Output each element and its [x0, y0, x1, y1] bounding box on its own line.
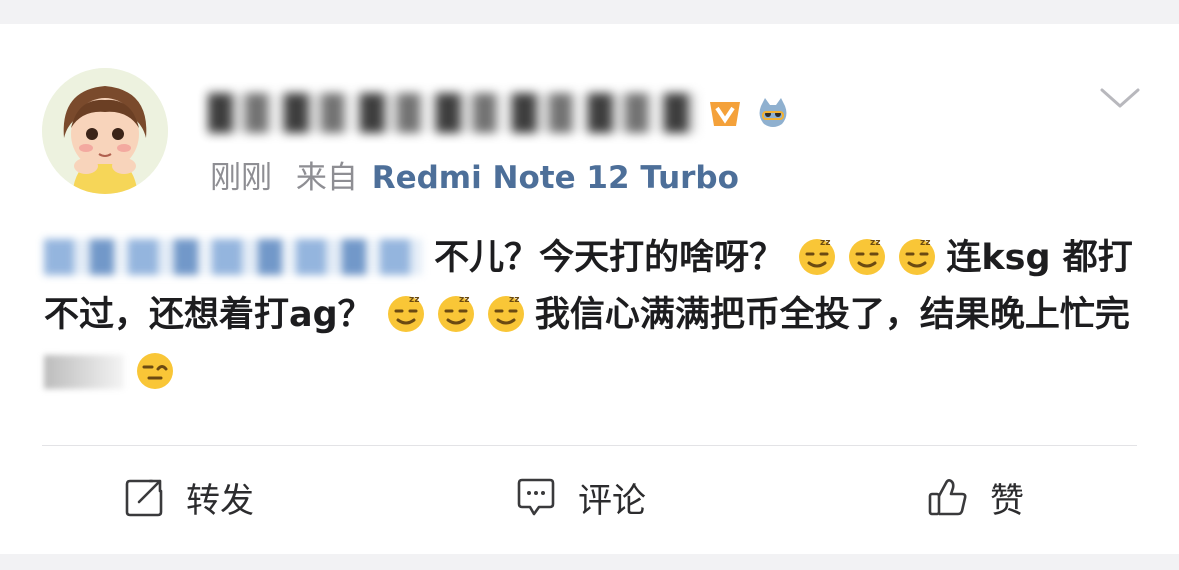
cat-badge-icon [754, 94, 792, 132]
like-button[interactable]: 赞 [926, 472, 1024, 522]
repost-label: 转发 [186, 480, 254, 521]
svg-text:zz: zz [459, 295, 469, 305]
mention-redacted[interactable] [44, 239, 422, 275]
svg-text:zz: zz [870, 238, 880, 248]
avatar[interactable] [42, 68, 168, 194]
username-redacted[interactable] [208, 93, 696, 133]
post-time: 刚刚 [210, 160, 272, 196]
post-text-part1: 不儿？今天打的啥呀？ [422, 238, 785, 278]
smirk-emoji-icon: zz [849, 238, 886, 275]
svg-text:zz: zz [820, 238, 830, 248]
svg-text:zz: zz [509, 295, 519, 305]
smirk-emoji-icon: zz [487, 295, 524, 332]
comment-button[interactable]: 评论 [514, 472, 646, 522]
thumbs-up-icon [928, 479, 967, 516]
chevron-down-icon[interactable] [1098, 84, 1142, 112]
text-redacted [44, 355, 124, 389]
comment-label: 评论 [578, 480, 646, 521]
divider [42, 445, 1137, 446]
smirk-emoji-icon: zz [387, 295, 424, 332]
post-card: 刚刚 来自 Redmi Note 12 Turbo 不儿？今天打的啥呀？ zz z… [0, 24, 1179, 554]
vip-badge-icon [706, 94, 744, 132]
source-prefix: 来自 [295, 160, 358, 196]
svg-text:zz: zz [409, 295, 419, 305]
repost-button[interactable]: 转发 [122, 472, 254, 522]
smirk-emoji-icon: zz [899, 238, 936, 275]
like-label: 赞 [990, 480, 1024, 521]
username-row[interactable] [208, 90, 792, 136]
source-device[interactable]: Redmi Note 12 Turbo [372, 160, 739, 196]
smirk-emoji-icon: zz [437, 295, 474, 332]
post-meta: 刚刚 来自 Redmi Note 12 Turbo [210, 152, 739, 197]
post-text-part3: 我信心满满把币全投了，结果晚上忙完 [534, 295, 1130, 335]
smirk-emoji-icon: zz [799, 238, 836, 275]
repost-icon [125, 479, 163, 517]
wink-emoji-icon [137, 353, 173, 389]
svg-text:zz: zz [920, 238, 930, 248]
comment-icon [517, 478, 555, 516]
post-text: 不儿？今天打的啥呀？ zz zz zz 连ksg 都打不过，还想着打ag？ zz zz z… [44, 230, 1139, 401]
